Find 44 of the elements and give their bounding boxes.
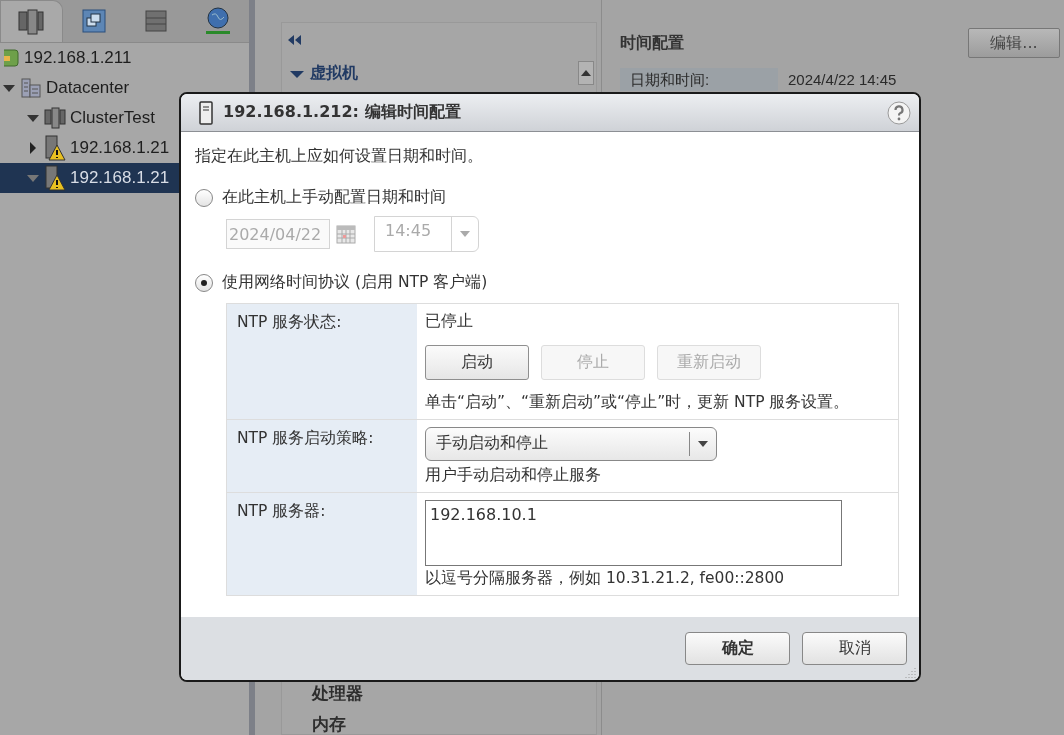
up-arrow-icon [581,69,591,77]
scroll-up-button[interactable] [578,61,594,85]
radio-button[interactable] [195,188,213,207]
resize-grip-icon[interactable] [905,666,917,678]
server-warning-icon [44,165,66,191]
tree-item[interactable]: Datacenter [0,73,249,103]
field-label: NTP 服务启动策略: [237,429,374,447]
service-button[interactable]: 启动 [425,345,529,380]
globe-icon [205,7,230,35]
radio-label[interactable]: 使用网络时间协议 (启用 NTP 客户端) [222,272,488,293]
collapse-panel-icon[interactable] [288,35,302,45]
vcenter-icon [4,48,20,68]
radio-button[interactable] [195,273,213,292]
tree-item[interactable]: 192.168.1.211 [0,43,249,73]
field-label: NTP 服务状态: [237,313,342,331]
hint-text: 用户手动启动和停止服务 [425,465,602,486]
edit-button[interactable]: 编辑... [968,28,1060,58]
property-value: 2024/4/22 14:45 [787,70,898,90]
section-title: 时间配置 [620,32,684,54]
help-icon[interactable] [887,100,911,125]
navigator-tab[interactable] [0,0,63,42]
collapse-arrow-icon[interactable] [290,68,304,79]
field-label: NTP 服务器: [237,502,326,520]
dialog-button[interactable]: 确定 [685,632,790,665]
nav-item[interactable]: 内存 [312,716,363,733]
building-icon [20,77,42,99]
dropdown-arrow-icon [460,231,470,237]
section-title: 虚拟机 [310,63,358,84]
virtual-machine-icon [81,9,106,33]
property-label: 日期和时间: [620,68,778,91]
nav-item[interactable]: 处理器 [312,685,363,702]
dialog-title: 192.168.1.212: 编辑时间配置 [223,102,462,123]
server-cluster-icon [44,107,66,129]
server-cluster-icon [18,7,45,36]
status-text: 已停止 [425,311,474,332]
server-icon [199,100,213,125]
database-icon [144,10,167,32]
hint-text: 以逗号分隔服务器，例如 10.31.21.2, fe00::2800 [425,568,786,589]
policy-dropdown[interactable]: 手动启动和停止 [425,427,717,461]
server-field[interactable]: 192.168.10.1 [425,500,842,566]
dialog-button[interactable]: 取消 [802,632,907,665]
server-warning-icon [44,135,66,161]
hint-text: 单击“启动”、“重新启动”或“停止”时，更新 NTP 服务设置。 [425,392,851,413]
dropdown-arrow-icon [698,441,708,447]
